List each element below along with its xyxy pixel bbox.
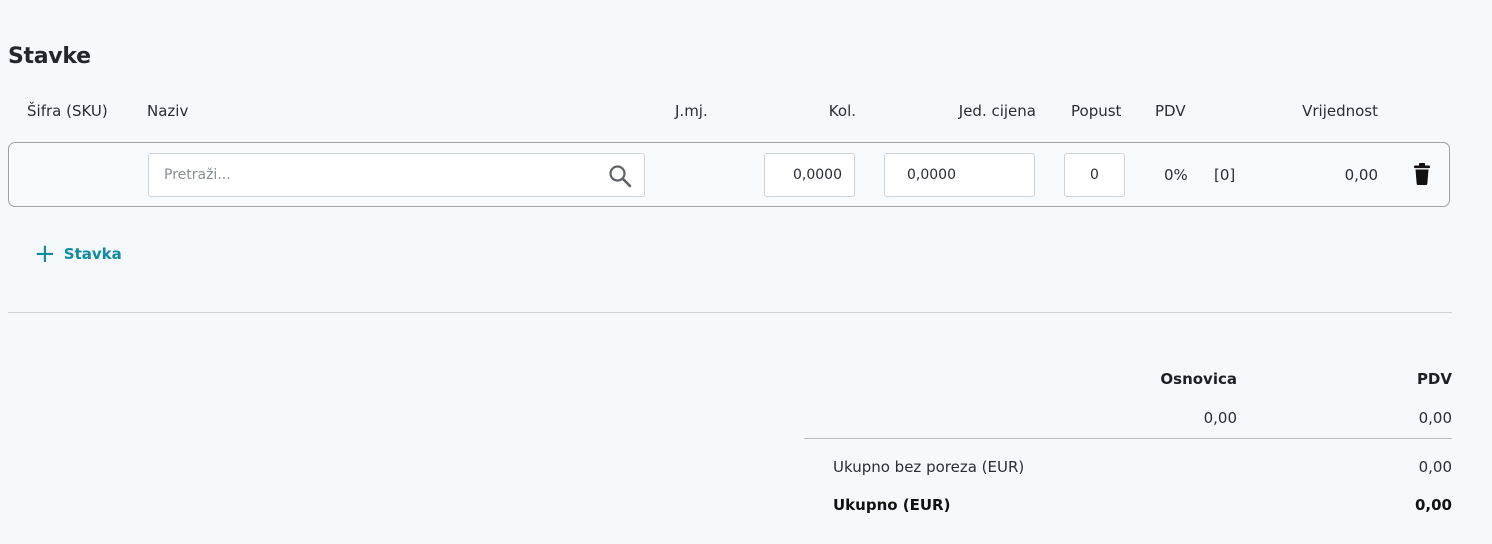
totals-pdv-value: 0,00	[1418, 409, 1452, 427]
vat-percent: 0%	[1164, 166, 1188, 184]
search-placeholder: Pretraži...	[164, 167, 231, 183]
section-title: Stavke	[8, 44, 91, 69]
total-value: 0,00	[1414, 496, 1452, 514]
search-icon[interactable]	[608, 164, 632, 188]
line-value: 0,00	[1344, 166, 1378, 184]
column-header-pdv: PDV	[1155, 102, 1186, 120]
item-search-input[interactable]: Pretraži...	[148, 153, 645, 197]
totals-divider	[804, 438, 1452, 439]
section-divider	[8, 312, 1452, 313]
discount-input[interactable]: 0	[1064, 153, 1125, 197]
column-header-cijena: Jed. cijena	[958, 102, 1036, 120]
add-item-button[interactable]: + Stavka	[34, 239, 122, 269]
column-header-jmj: J.mj.	[675, 102, 708, 120]
totals-header-osnovica: Osnovica	[1160, 370, 1237, 388]
add-item-label: Stavka	[63, 245, 122, 263]
unit-price-input[interactable]: 0,0000	[884, 153, 1035, 197]
column-header-vrijednost: Vrijednost	[1302, 102, 1378, 120]
column-header-kol: Kol.	[828, 102, 856, 120]
column-header-popust: Popust	[1071, 102, 1122, 120]
quantity-input[interactable]: 0,0000	[764, 153, 855, 197]
subtotal-value: 0,00	[1418, 458, 1452, 476]
item-row: Pretraži... 0,0000 0,0000 0 0% [0] 0,00	[8, 142, 1450, 207]
totals-osnovica-value: 0,00	[1203, 409, 1237, 427]
totals-header-pdv: PDV	[1416, 370, 1452, 388]
plus-icon: +	[34, 239, 56, 269]
subtotal-label: Ukupno bez poreza (EUR)	[833, 458, 1025, 476]
trash-icon[interactable]	[1414, 163, 1430, 185]
vat-code: [0]	[1214, 166, 1236, 184]
total-label: Ukupno (EUR)	[833, 496, 951, 514]
column-header-naziv: Naziv	[147, 102, 189, 120]
column-header-sku: Šifra (SKU)	[27, 102, 108, 120]
